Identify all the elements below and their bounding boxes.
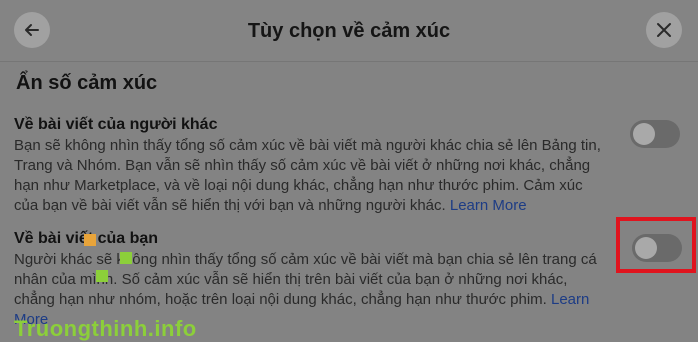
description-line-text: chẳng hạn như nhóm, hoặc trên loại nội d… <box>14 291 551 308</box>
watermark-square <box>84 234 96 246</box>
highlight-box <box>616 217 696 273</box>
others-posts-title: Về bài viết của người khác <box>14 116 218 133</box>
description-line: Trang và Nhóm. Bạn vẫn sẽ nhìn thấy số c… <box>14 157 591 174</box>
learn-more-link[interactable]: Learn <box>551 291 589 308</box>
toggle-knob <box>633 123 655 145</box>
arrow-left-icon <box>25 24 39 36</box>
dialog-header: Tùy chọn về cảm xúc <box>0 0 698 62</box>
watermark-text: Truongthinh.info <box>14 316 197 341</box>
description-line: chẳng hạn như nhóm, hoặc trên loại nội d… <box>14 290 614 310</box>
watermark-square <box>120 252 132 264</box>
dialog-title: Tùy chọn về cảm xúc <box>247 20 451 42</box>
description-line-text: của bạn về bài viết vẫn sẽ hiển thị với … <box>14 197 450 214</box>
watermark-square <box>96 270 108 282</box>
close-icon <box>657 23 671 37</box>
others-posts-description: Bạn sẽ không nhìn thấy tổng số cảm xúc v… <box>14 136 614 216</box>
description-line: của bạn về bài viết vẫn sẽ hiển thị với … <box>14 196 614 216</box>
learn-more-link[interactable]: Learn More <box>450 197 527 214</box>
back-button[interactable] <box>14 12 50 48</box>
others-posts-toggle[interactable] <box>630 120 680 148</box>
section-title: Ẩn số cảm xúc <box>16 72 158 94</box>
description-line: Người khác sẽ không nhìn thấy tổng số cả… <box>14 251 597 268</box>
close-button[interactable] <box>646 12 682 48</box>
description-line: Bạn sẽ không nhìn thấy tổng số cảm xúc v… <box>14 137 601 154</box>
description-line: hạn như Marketplace, và về loại nội dung… <box>14 177 583 194</box>
